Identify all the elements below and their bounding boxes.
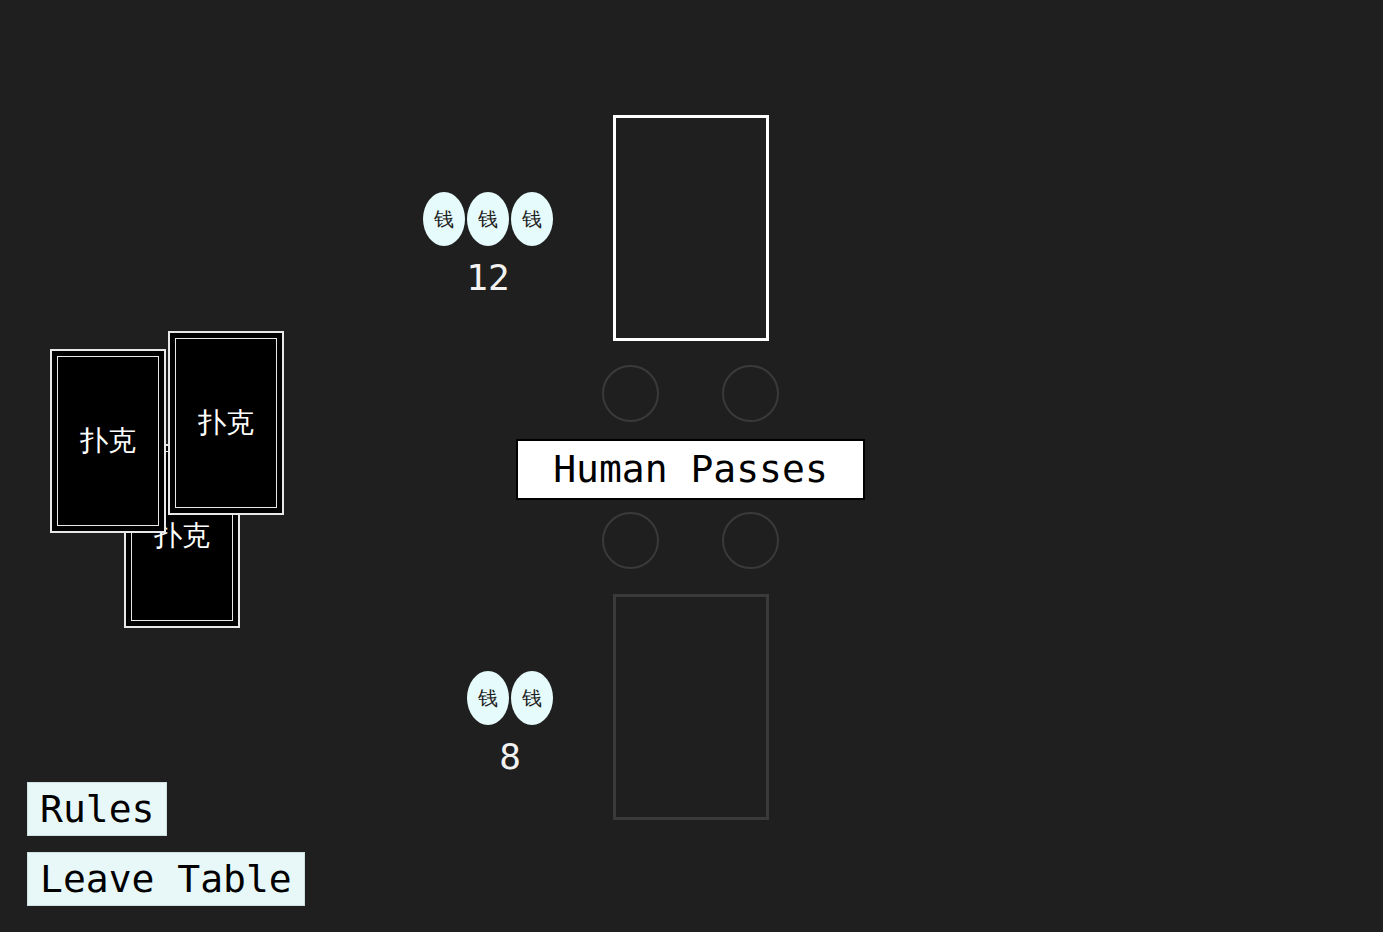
leave-table-button[interactable]: Leave Table (27, 852, 305, 906)
chip: 钱 (511, 192, 553, 246)
chip: 钱 (511, 671, 553, 725)
menu-buttons: Rules Leave Table (27, 782, 305, 906)
bet-spot (602, 512, 659, 569)
bet-spot (722, 365, 779, 422)
chip: 钱 (467, 192, 509, 246)
player-card-slot (613, 594, 769, 820)
opponent-chips: 钱钱钱12 (423, 192, 553, 298)
opponent-card-slot (613, 115, 769, 341)
deck-card[interactable]: 扑克 (50, 349, 166, 533)
chip-amount: 8 (499, 737, 521, 777)
message-banner: Human Passes (516, 439, 865, 500)
chip-amount: 12 (466, 258, 509, 298)
player-chips: 钱钱 8 (467, 671, 553, 777)
chip: 钱 (467, 671, 509, 725)
bet-spot (602, 365, 659, 422)
bet-spot (722, 512, 779, 569)
game-table: 扑克扑克扑克钱钱钱12Human Passes钱钱8RulesLeave Tab… (0, 0, 1383, 932)
chip: 钱 (423, 192, 465, 246)
rules-button[interactable]: Rules (27, 782, 167, 836)
deck-card[interactable]: 扑克 (168, 331, 284, 515)
